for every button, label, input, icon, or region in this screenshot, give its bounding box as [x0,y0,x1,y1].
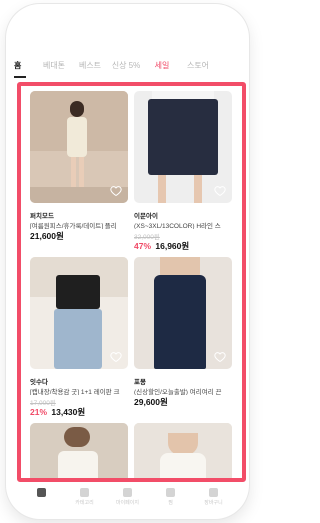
tab-store[interactable]: 스토어 [180,56,216,78]
product-card[interactable]: 잇수다 [캡내장/착용감 굿] 1+1 레이판 크 17,000원 21% 13… [30,257,128,423]
product-image[interactable] [30,257,128,369]
product-name[interactable]: [캡내장/착용감 굿] 1+1 레이판 크 [30,386,128,395]
tab-best[interactable]: 베스트 [72,56,108,78]
product-price: 16,960원 [155,241,190,251]
product-image[interactable] [30,423,128,478]
price-row: 21% 13,430원 [30,406,128,418]
nav-label: 찜 [168,500,173,506]
product-card[interactable]: 포몽 (신상할인/오늘출발) 여리여리 끈 29,600원 [134,257,232,423]
cart-icon [209,488,218,497]
store-name[interactable]: 포몽 [134,376,232,386]
product-name[interactable]: [여름원피스/휴가룩/데이트] 플리 [30,220,128,229]
product-name[interactable]: (신상할인/오늘출발) 여리여리 끈 [134,386,232,395]
tab-sale[interactable]: 세일 [144,56,180,78]
store-name[interactable]: 잇수다 [30,376,128,386]
product-price: 29,600원 [134,397,168,407]
nav-cart[interactable]: 장바구니 [199,488,229,506]
phone-frame: 홈 베대톤 베스트 신상 5% 세일 스토어 퍼치모드 [여름원피스/휴가룩/데… [6,4,249,519]
nav-home[interactable] [27,488,57,499]
discount-rate: 47% [134,241,152,251]
nav-likes[interactable]: 찜 [156,488,186,506]
product-card[interactable] [134,423,232,478]
like-heart-icon[interactable] [110,185,122,197]
category-tabs: 홈 베대톤 베스트 신상 5% 세일 스토어 [6,56,249,78]
product-card[interactable] [30,423,128,478]
original-price: 32,000원 [134,234,160,241]
tab-new[interactable]: 신상 5% [108,56,144,78]
home-icon [37,488,46,497]
like-heart-icon[interactable] [110,351,122,363]
store-name[interactable]: 이문아이 [134,210,232,220]
nav-mypage[interactable]: 마이페이지 [113,488,143,506]
product-image[interactable] [134,423,232,478]
product-image[interactable] [134,257,232,369]
store-name[interactable]: 퍼치모드 [30,210,128,220]
product-image[interactable] [30,91,128,203]
price-row: 47% 16,960원 [134,240,232,252]
tab-brand[interactable]: 베대톤 [36,56,72,78]
price-row: 29,600원 [134,396,232,408]
product-name[interactable]: (XS~3XL/13COLOR) H라인 스 [134,220,232,229]
nav-category[interactable]: 카테고리 [70,488,100,506]
category-icon [80,488,89,497]
original-price: 17,000원 [30,400,56,407]
like-heart-icon[interactable] [214,351,226,363]
product-card[interactable]: 퍼치모드 [여름원피스/휴가룩/데이트] 플리 21,600원 [30,91,128,257]
discount-rate: 21% [30,407,48,417]
nav-label: 마이페이지 [115,500,139,506]
product-grid: 퍼치모드 [여름원피스/휴가룩/데이트] 플리 21,600원 이문아이 (XS… [30,91,235,478]
product-price: 13,430원 [51,407,86,417]
product-grid-highlight: 퍼치모드 [여름원피스/휴가룩/데이트] 플리 21,600원 이문아이 (XS… [17,82,246,482]
price-row: 21,600원 [30,230,128,242]
nav-label: 카테고리 [75,500,94,506]
bottom-nav: 카테고리 마이페이지 찜 장바구니 [6,482,249,519]
product-price: 21,600원 [30,231,64,241]
product-card[interactable]: 이문아이 (XS~3XL/13COLOR) H라인 스 32,000원 47% … [134,91,232,257]
user-icon [123,488,132,497]
nav-label: 장바구니 [204,500,223,506]
heart-icon [166,488,175,497]
product-image[interactable] [134,91,232,203]
tab-home[interactable]: 홈 [14,56,36,78]
like-heart-icon[interactable] [214,185,226,197]
